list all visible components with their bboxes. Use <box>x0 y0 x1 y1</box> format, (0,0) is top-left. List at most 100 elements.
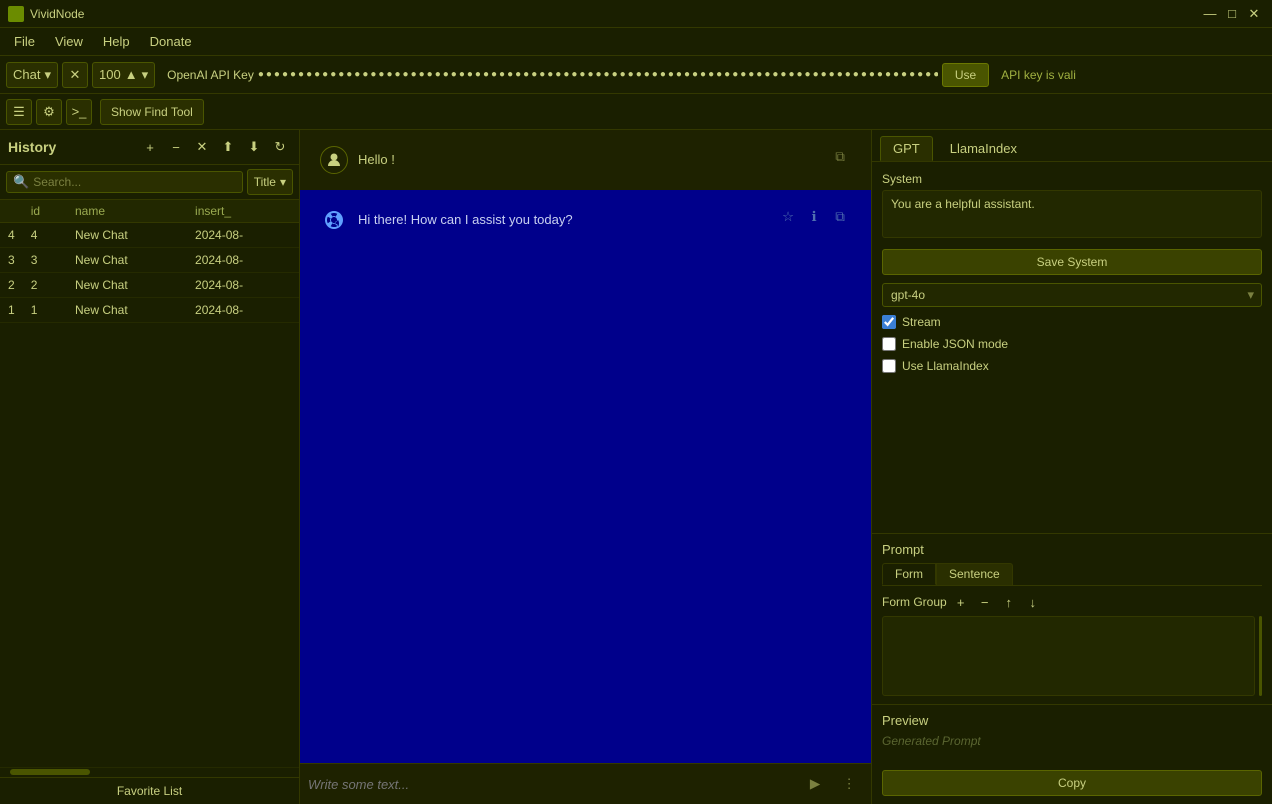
ai-message-actions: ☆ ℹ ⧉ <box>777 206 851 228</box>
terminal-icon-button[interactable]: >_ <box>66 99 92 125</box>
chat-dropdown[interactable]: Chat ▾ <box>6 62 58 88</box>
stream-checkbox[interactable] <box>882 315 896 329</box>
api-key-label: OpenAI API Key <box>167 68 254 82</box>
close-tab-button[interactable]: ✕ <box>62 62 88 88</box>
form-group-add-button[interactable]: + <box>951 592 971 612</box>
table-row[interactable]: 2 2 New Chat 2024-08- <box>0 273 299 298</box>
history-scrollbar[interactable] <box>0 767 299 777</box>
save-system-button[interactable]: Save System <box>882 249 1262 275</box>
tab-gpt[interactable]: GPT <box>880 136 933 161</box>
row-num: 1 <box>0 298 23 323</box>
row-num: 4 <box>0 223 23 248</box>
export-history-button[interactable]: ⬇ <box>243 136 265 158</box>
preview-text: Generated Prompt <box>882 734 1262 764</box>
maximize-button[interactable]: □ <box>1222 4 1242 24</box>
favorite-list-button[interactable]: Favorite List <box>0 777 299 804</box>
table-row[interactable]: 4 4 New Chat 2024-08- <box>0 223 299 248</box>
list-icon-button[interactable]: ☰ <box>6 99 32 125</box>
chat-input[interactable] <box>308 777 795 792</box>
remove-history-button[interactable]: − <box>165 136 187 158</box>
json-mode-checkbox[interactable] <box>882 337 896 351</box>
settings-icon-button[interactable]: ⚙ <box>36 99 62 125</box>
chat-area: Hello ! ⧉ Hi there! How can I assist you… <box>300 130 872 804</box>
menu-help[interactable]: Help <box>93 32 140 51</box>
form-group-remove-button[interactable]: − <box>975 592 995 612</box>
api-status: API key is vali <box>1001 68 1076 82</box>
token-dropdown[interactable]: 100 ▲ ▾ <box>92 62 155 88</box>
row-date: 2024-08- <box>187 248 299 273</box>
sidebar: History + − ✕ ⬆ ⬇ ↻ 🔍 Title ▾ <box>0 130 300 804</box>
sidebar-title: History <box>8 139 135 155</box>
llamaindex-label: Use LlamaIndex <box>902 359 989 373</box>
use-api-key-button[interactable]: Use <box>942 63 989 87</box>
search-icon: 🔍 <box>13 174 29 190</box>
form-group-area <box>882 616 1262 696</box>
user-message-actions: ⧉ <box>829 146 851 168</box>
close-history-button[interactable]: ✕ <box>191 136 213 158</box>
prompt-tabs: Form Sentence <box>882 563 1262 586</box>
title-sort-label: Title <box>254 175 276 189</box>
add-history-button[interactable]: + <box>139 136 161 158</box>
token-down-icon: ▾ <box>142 67 149 83</box>
search-input[interactable] <box>33 175 236 189</box>
table-row[interactable]: 3 3 New Chat 2024-08- <box>0 248 299 273</box>
copy-button[interactable]: Copy <box>882 770 1262 796</box>
title-bar-controls: — □ ✕ <box>1200 4 1264 24</box>
menu-donate[interactable]: Donate <box>140 32 202 51</box>
tab-llamaindex[interactable]: LlamaIndex <box>937 136 1030 161</box>
chat-input-area: ▶ ⋮ <box>300 763 871 804</box>
form-group-row: Form Group + − ↑ ↓ <box>882 592 1262 612</box>
menu-bar: File View Help Donate <box>0 28 1272 56</box>
row-id: 2 <box>23 273 67 298</box>
menu-file[interactable]: File <box>4 32 45 51</box>
col-date: insert_ <box>187 200 299 223</box>
app-icon <box>8 6 24 22</box>
search-box: 🔍 <box>6 171 243 193</box>
more-options-button[interactable]: ⋮ <box>835 770 863 798</box>
copy-ai-message-button[interactable]: ⧉ <box>829 206 851 228</box>
json-mode-label: Enable JSON mode <box>902 337 1008 351</box>
menu-view[interactable]: View <box>45 32 93 51</box>
minimize-button[interactable]: — <box>1200 4 1220 24</box>
right-panel-content: System Save System gpt-4o gpt-3.5-turbo … <box>872 162 1272 533</box>
form-group-import-button[interactable]: ↑ <box>999 592 1019 612</box>
preview-section: Preview Generated Prompt Copy <box>872 704 1272 804</box>
copy-message-button[interactable]: ⧉ <box>829 146 851 168</box>
row-date: 2024-08- <box>187 223 299 248</box>
model-select[interactable]: gpt-4o gpt-3.5-turbo gpt-4 <box>882 283 1262 307</box>
prompt-label: Prompt <box>882 542 1262 557</box>
token-count: 100 <box>99 67 121 82</box>
find-tool-button[interactable]: Show Find Tool <box>100 99 204 125</box>
send-button[interactable]: ▶ <box>801 770 829 798</box>
stream-label: Stream <box>902 315 941 329</box>
history-table: id name insert_ 4 4 New Chat 2024-08- 3 … <box>0 200 299 767</box>
row-date: 2024-08- <box>187 273 299 298</box>
llamaindex-checkbox[interactable] <box>882 359 896 373</box>
form-group-divider <box>1259 616 1262 696</box>
import-history-button[interactable]: ⬆ <box>217 136 239 158</box>
title-sort-dropdown[interactable]: Title ▾ <box>247 169 293 195</box>
json-mode-checkbox-row: Enable JSON mode <box>882 337 1262 351</box>
prompt-tab-sentence[interactable]: Sentence <box>936 563 1013 585</box>
row-name: New Chat <box>67 298 187 323</box>
row-name: New Chat <box>67 223 187 248</box>
col-rownum <box>0 200 23 223</box>
prompt-section: Prompt Form Sentence Form Group + − ↑ ↓ <box>872 533 1272 704</box>
favorite-message-button[interactable]: ☆ <box>777 206 799 228</box>
row-name: New Chat <box>67 248 187 273</box>
row-date: 2024-08- <box>187 298 299 323</box>
preview-label: Preview <box>882 713 1262 728</box>
token-up-icon: ▲ <box>125 67 138 82</box>
form-group-content <box>882 616 1255 696</box>
close-button[interactable]: ✕ <box>1244 4 1264 24</box>
form-group-export-button[interactable]: ↓ <box>1023 592 1043 612</box>
icon-toolbar: ☰ ⚙ >_ Show Find Tool <box>0 94 1272 130</box>
info-message-button[interactable]: ℹ <box>803 206 825 228</box>
prompt-tab-form[interactable]: Form <box>882 563 936 585</box>
table-row[interactable]: 1 1 New Chat 2024-08- <box>0 298 299 323</box>
form-group-label: Form Group <box>882 595 947 609</box>
system-prompt-input[interactable] <box>882 190 1262 238</box>
user-avatar <box>320 146 348 174</box>
openai-icon <box>320 206 348 234</box>
refresh-history-button[interactable]: ↻ <box>269 136 291 158</box>
